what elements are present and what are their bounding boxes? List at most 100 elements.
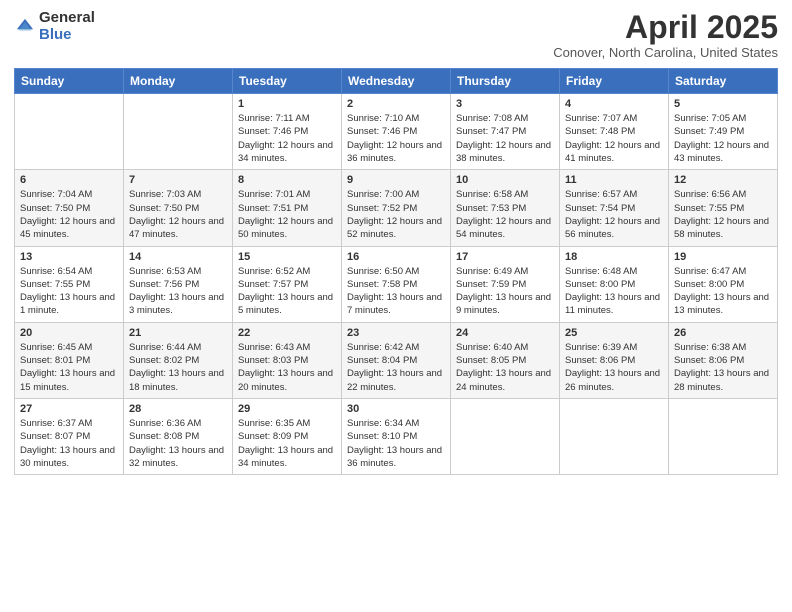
table-row: 17 Sunrise: 6:49 AMSunset: 7:59 PMDayligh… <box>451 246 560 322</box>
table-row: 22Sunrise: 6:43 AMSunset: 8:03 PMDayligh… <box>233 322 342 398</box>
col-saturday: Saturday <box>669 69 778 94</box>
table-row: 11 Sunrise: 6:57 AMSunset: 7:54 PMDayligh… <box>560 170 669 246</box>
logo-blue-label: Blue <box>39 27 95 44</box>
day-number: 26 <box>674 327 772 339</box>
day-number: 23 <box>347 327 445 339</box>
day-info: Sunrise: 6:49 AMSunset: 7:59 PMDaylight:… <box>456 265 554 318</box>
table-row: 9 Sunrise: 7:00 AMSunset: 7:52 PMDaylight… <box>342 170 451 246</box>
day-number: 19 <box>674 251 772 263</box>
table-row <box>560 398 669 474</box>
day-info: Sunrise: 6:42 AMSunset: 8:04 PMDaylight:… <box>347 341 445 394</box>
day-info: Sunrise: 6:40 AMSunset: 8:05 PMDaylight:… <box>456 341 554 394</box>
logo: General Blue <box>14 10 95 43</box>
day-info: Sunrise: 6:37 AMSunset: 8:07 PMDaylight:… <box>20 417 118 470</box>
day-number: 2 <box>347 98 445 110</box>
table-row: 10Sunrise: 6:58 AMSunset: 7:53 PMDayligh… <box>451 170 560 246</box>
table-row: 21 Sunrise: 6:44 AMSunset: 8:02 PMDayligh… <box>124 322 233 398</box>
day-number: 13 <box>20 251 118 263</box>
table-row: 12 Sunrise: 6:56 AMSunset: 7:55 PMDayligh… <box>669 170 778 246</box>
title-block: April 2025 Conover, North Carolina, Unit… <box>553 10 778 60</box>
day-info: Sunrise: 6:50 AMSunset: 7:58 PMDaylight:… <box>347 265 445 318</box>
day-number: 8 <box>238 174 336 186</box>
day-number: 12 <box>674 174 772 186</box>
day-info: Sunrise: 7:08 AMSunset: 7:47 PMDaylight:… <box>456 112 554 165</box>
table-row: 13 Sunrise: 6:54 AMSunset: 7:55 PMDayligh… <box>15 246 124 322</box>
table-row: 7Sunrise: 7:03 AMSunset: 7:50 PMDaylight… <box>124 170 233 246</box>
day-number: 9 <box>347 174 445 186</box>
logo-text: General Blue <box>39 10 95 43</box>
table-row: 6 Sunrise: 7:04 AMSunset: 7:50 PMDaylight… <box>15 170 124 246</box>
table-row: 18 Sunrise: 6:48 AMSunset: 8:00 PMDayligh… <box>560 246 669 322</box>
day-number: 18 <box>565 251 663 263</box>
table-row: 27 Sunrise: 6:37 AMSunset: 8:07 PMDayligh… <box>15 398 124 474</box>
day-number: 14 <box>129 251 227 263</box>
table-row: 26 Sunrise: 6:38 AMSunset: 8:06 PMDayligh… <box>669 322 778 398</box>
table-row: 2 Sunrise: 7:10 AMSunset: 7:46 PMDaylight… <box>342 94 451 170</box>
day-info: Sunrise: 7:04 AMSunset: 7:50 PMDaylight:… <box>20 188 118 241</box>
day-number: 6 <box>20 174 118 186</box>
day-number: 5 <box>674 98 772 110</box>
day-number: 21 <box>129 327 227 339</box>
day-info: Sunrise: 6:39 AMSunset: 8:06 PMDaylight:… <box>565 341 663 394</box>
calendar-week-3: 13 Sunrise: 6:54 AMSunset: 7:55 PMDayligh… <box>15 246 778 322</box>
day-info: Sunrise: 6:44 AMSunset: 8:02 PMDaylight:… <box>129 341 227 394</box>
table-row: 29 Sunrise: 6:35 AMSunset: 8:09 PMDayligh… <box>233 398 342 474</box>
logo-icon <box>14 16 36 38</box>
day-info: Sunrise: 6:48 AMSunset: 8:00 PMDaylight:… <box>565 265 663 318</box>
table-row: 4 Sunrise: 7:07 AMSunset: 7:48 PMDaylight… <box>560 94 669 170</box>
day-info: Sunrise: 6:58 AMSunset: 7:53 PMDaylight:… <box>456 188 554 241</box>
table-row <box>124 94 233 170</box>
day-info: Sunrise: 6:45 AMSunset: 8:01 PMDaylight:… <box>20 341 118 394</box>
day-number: 20 <box>20 327 118 339</box>
table-row <box>15 94 124 170</box>
day-info: Sunrise: 7:00 AMSunset: 7:52 PMDaylight:… <box>347 188 445 241</box>
calendar-week-1: 1 Sunrise: 7:11 AMSunset: 7:46 PMDaylight… <box>15 94 778 170</box>
day-info: Sunrise: 7:11 AMSunset: 7:46 PMDaylight:… <box>238 112 336 165</box>
day-number: 4 <box>565 98 663 110</box>
day-number: 28 <box>129 403 227 415</box>
day-info: Sunrise: 6:57 AMSunset: 7:54 PMDaylight:… <box>565 188 663 241</box>
day-number: 1 <box>238 98 336 110</box>
day-info: Sunrise: 6:36 AMSunset: 8:08 PMDaylight:… <box>129 417 227 470</box>
logo-general-label: General <box>39 10 95 27</box>
day-number: 30 <box>347 403 445 415</box>
table-row: 19 Sunrise: 6:47 AMSunset: 8:00 PMDayligh… <box>669 246 778 322</box>
col-wednesday: Wednesday <box>342 69 451 94</box>
day-number: 22 <box>238 327 336 339</box>
table-row: 15 Sunrise: 6:52 AMSunset: 7:57 PMDayligh… <box>233 246 342 322</box>
day-info: Sunrise: 6:52 AMSunset: 7:57 PMDaylight:… <box>238 265 336 318</box>
table-row <box>669 398 778 474</box>
calendar-week-4: 20 Sunrise: 6:45 AMSunset: 8:01 PMDayligh… <box>15 322 778 398</box>
col-thursday: Thursday <box>451 69 560 94</box>
day-number: 29 <box>238 403 336 415</box>
table-row: 8Sunrise: 7:01 AMSunset: 7:51 PMDaylight… <box>233 170 342 246</box>
day-info: Sunrise: 6:38 AMSunset: 8:06 PMDaylight:… <box>674 341 772 394</box>
table-row: 23 Sunrise: 6:42 AMSunset: 8:04 PMDayligh… <box>342 322 451 398</box>
calendar-week-5: 27 Sunrise: 6:37 AMSunset: 8:07 PMDayligh… <box>15 398 778 474</box>
col-sunday: Sunday <box>15 69 124 94</box>
table-row: 25 Sunrise: 6:39 AMSunset: 8:06 PMDayligh… <box>560 322 669 398</box>
day-info: Sunrise: 6:56 AMSunset: 7:55 PMDaylight:… <box>674 188 772 241</box>
calendar-header-row: Sunday Monday Tuesday Wednesday Thursday… <box>15 69 778 94</box>
day-number: 16 <box>347 251 445 263</box>
day-number: 25 <box>565 327 663 339</box>
page: General Blue April 2025 Conover, North C… <box>0 0 792 612</box>
table-row: 28 Sunrise: 6:36 AMSunset: 8:08 PMDayligh… <box>124 398 233 474</box>
day-info: Sunrise: 6:35 AMSunset: 8:09 PMDaylight:… <box>238 417 336 470</box>
day-number: 24 <box>456 327 554 339</box>
day-number: 15 <box>238 251 336 263</box>
day-info: Sunrise: 6:34 AMSunset: 8:10 PMDaylight:… <box>347 417 445 470</box>
title-month: April 2025 <box>553 10 778 45</box>
day-info: Sunrise: 7:10 AMSunset: 7:46 PMDaylight:… <box>347 112 445 165</box>
day-number: 17 <box>456 251 554 263</box>
day-info: Sunrise: 6:47 AMSunset: 8:00 PMDaylight:… <box>674 265 772 318</box>
day-info: Sunrise: 7:07 AMSunset: 7:48 PMDaylight:… <box>565 112 663 165</box>
day-info: Sunrise: 6:54 AMSunset: 7:55 PMDaylight:… <box>20 265 118 318</box>
calendar-table: Sunday Monday Tuesday Wednesday Thursday… <box>14 68 778 475</box>
day-number: 27 <box>20 403 118 415</box>
day-number: 11 <box>565 174 663 186</box>
day-number: 3 <box>456 98 554 110</box>
table-row: 16 Sunrise: 6:50 AMSunset: 7:58 PMDayligh… <box>342 246 451 322</box>
table-row: 3 Sunrise: 7:08 AMSunset: 7:47 PMDaylight… <box>451 94 560 170</box>
day-info: Sunrise: 6:53 AMSunset: 7:56 PMDaylight:… <box>129 265 227 318</box>
